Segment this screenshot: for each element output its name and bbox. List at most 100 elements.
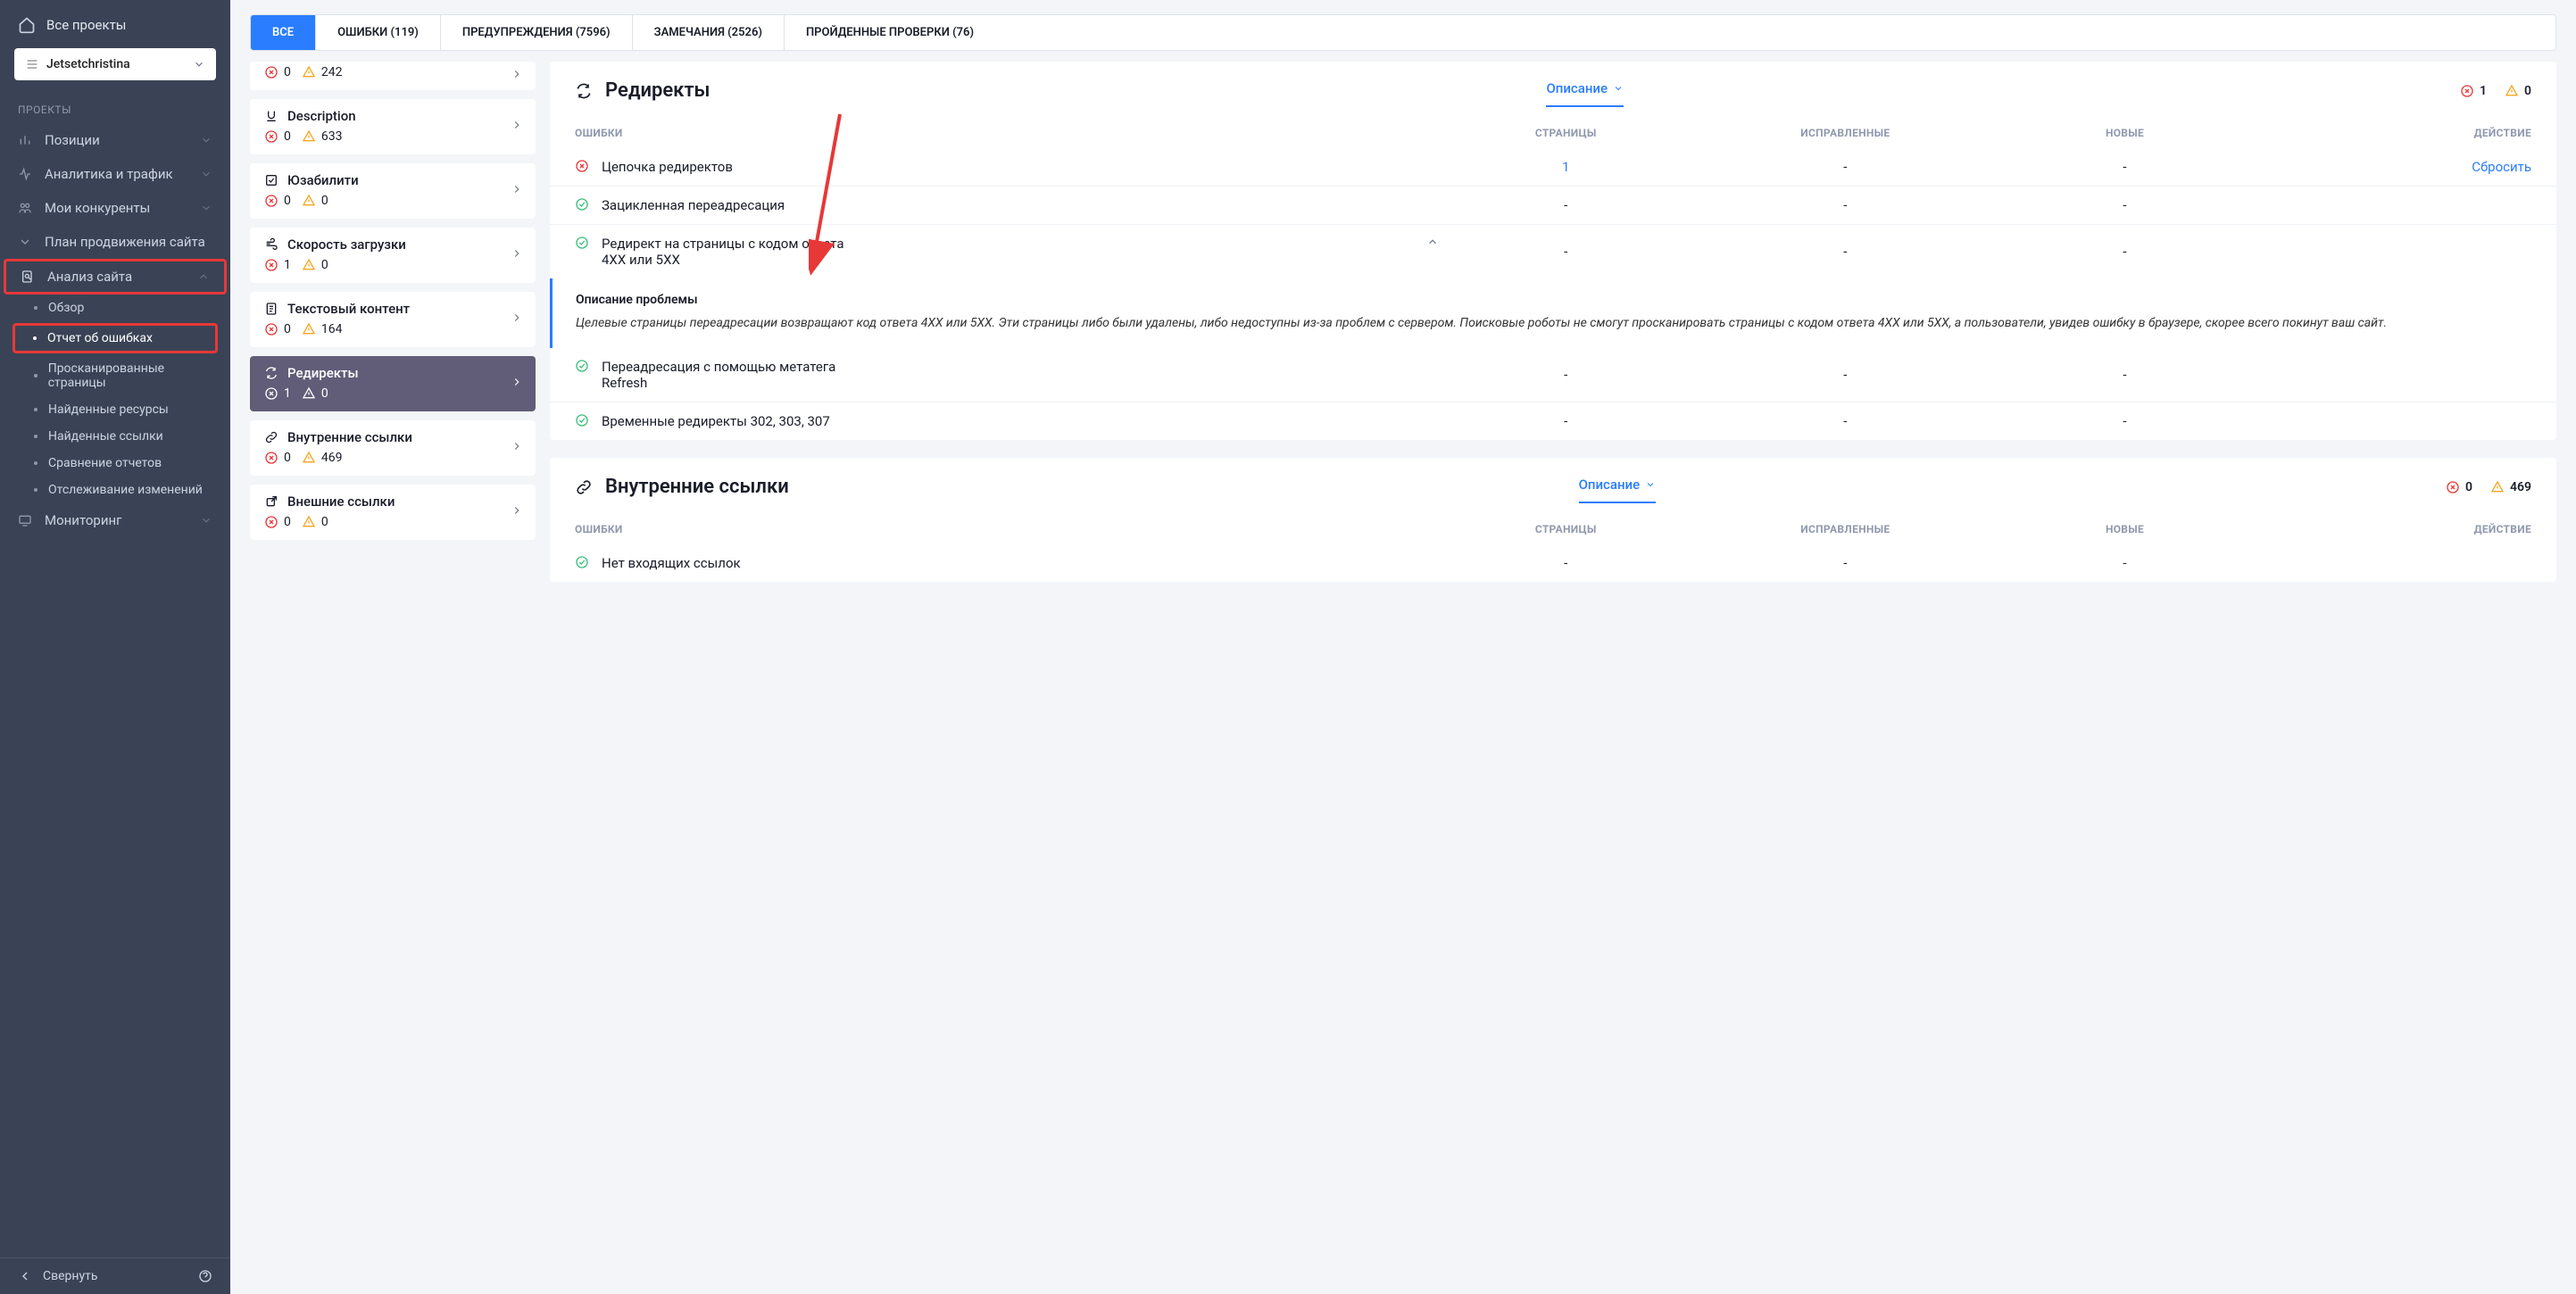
table-row[interactable]: Редирект на страницы с кодом ответа 4XX …	[550, 224, 2556, 278]
table-row[interactable]: Переадресация с помощью метатега Refresh…	[550, 348, 2556, 402]
warning-icon	[302, 451, 316, 465]
error-icon	[264, 129, 278, 144]
error-icon	[2446, 480, 2460, 494]
help-icon[interactable]	[198, 1269, 212, 1283]
file-text-icon	[264, 302, 278, 316]
search-page-icon	[21, 270, 35, 284]
chevron-down-icon	[18, 235, 32, 249]
table-row[interactable]: Цепочка редиректов 1 - - Сбросить	[550, 148, 2556, 186]
warning-icon	[302, 129, 316, 144]
chevron-right-icon	[511, 504, 523, 517]
error-icon	[264, 515, 278, 529]
expanded-description: Описание проблемы Целевые страницы переа…	[550, 278, 2556, 348]
nav-competitors[interactable]: Мои конкуренты	[0, 191, 230, 225]
warning-icon	[302, 194, 316, 208]
nav-positions[interactable]: Позиции	[0, 123, 230, 157]
chevron-down-icon	[1613, 83, 1624, 94]
nav-site-audit[interactable]: Анализ сайта	[4, 259, 227, 294]
chevron-down-icon	[193, 58, 205, 71]
chevron-down-icon	[1645, 479, 1656, 490]
reset-link[interactable]: Сбросить	[2252, 159, 2531, 175]
tab-notes[interactable]: ЗАМЕЧАНИЯ (2526)	[633, 15, 785, 50]
underline-icon	[264, 109, 278, 123]
table-header: ОШИБКИ СТРАНИЦЫ ИСПРАВЛЕННЫЕ НОВЫЕ ДЕЙСТ…	[550, 114, 2556, 148]
nav-monitoring[interactable]: Мониторинг	[0, 503, 230, 537]
users-icon	[18, 201, 32, 215]
error-icon	[264, 65, 278, 79]
sliders-icon	[25, 57, 39, 71]
table-header: ОШИБКИ СТРАНИЦЫ ИСПРАВЛЕННЫЕ НОВЫЕ ДЕЙСТ…	[550, 510, 2556, 544]
category-card-text[interactable]: Текстовый контент 0 164	[250, 292, 536, 347]
check-circle-icon	[575, 236, 589, 250]
category-card-description[interactable]: Description 0 633	[250, 99, 536, 154]
sub-found-links[interactable]: Найденные ссылки	[0, 423, 230, 450]
check-circle-icon	[575, 197, 589, 212]
error-icon	[264, 322, 278, 336]
warning-icon	[2490, 480, 2505, 494]
chart-icon	[18, 133, 32, 147]
main: ВСЕ ОШИБКИ (119) ПРЕДУПРЕЖДЕНИЯ (7596) З…	[230, 0, 2576, 1294]
warning-icon	[2505, 84, 2519, 98]
description-toggle[interactable]: Описание	[1546, 80, 1624, 102]
category-card-internal-links[interactable]: Внутренние ссылки 0 469	[250, 420, 536, 476]
wind-icon	[264, 237, 278, 252]
tab-passed[interactable]: ПРОЙДЕННЫЕ ПРОВЕРКИ (76)	[785, 15, 995, 50]
category-card-speed[interactable]: Скорость загрузки 1 0	[250, 228, 536, 283]
category-card-external-links[interactable]: Внешние ссылки 0 0	[250, 485, 536, 540]
chevron-down-icon	[200, 134, 212, 146]
panel-redirects: Редиректы Описание 1 0	[550, 62, 2556, 440]
refresh-icon	[264, 366, 278, 380]
error-icon	[264, 194, 278, 208]
tab-all[interactable]: ВСЕ	[251, 15, 316, 50]
project-name: Jetsetchristina	[46, 57, 130, 71]
sub-crawled-pages[interactable]: Просканированные страницы	[0, 355, 230, 396]
sub-found-resources[interactable]: Найденные ресурсы	[0, 396, 230, 423]
arrow-left-icon	[18, 1269, 32, 1283]
error-icon	[264, 386, 278, 401]
error-icon	[264, 451, 278, 465]
category-card[interactable]: 0 242	[250, 62, 536, 90]
chevron-down-icon	[200, 514, 212, 527]
sub-error-report[interactable]: Отчет об ошибках	[12, 323, 218, 353]
table-row[interactable]: Временные редиректы 302, 303, 307 - - -	[550, 402, 2556, 440]
chevron-right-icon	[511, 247, 523, 260]
chevron-up-icon[interactable]	[1426, 236, 1439, 248]
panel-title: Редиректы	[605, 79, 710, 102]
link-icon	[575, 478, 593, 496]
nav-analytics[interactable]: Аналитика и трафик	[0, 157, 230, 191]
chevron-up-icon	[197, 270, 210, 283]
category-list: 0 242 Description 0 633 Юзабилити	[250, 62, 536, 1274]
sub-compare-reports[interactable]: Сравнение отчетов	[0, 450, 230, 477]
chevron-down-icon	[200, 202, 212, 214]
activity-icon	[18, 167, 32, 181]
external-link-icon	[264, 494, 278, 509]
warning-icon	[302, 322, 316, 336]
chevron-right-icon	[511, 119, 523, 131]
tab-warnings[interactable]: ПРЕДУПРЕЖДЕНИЯ (7596)	[441, 15, 633, 50]
collapse-sidebar[interactable]: Свернуть	[18, 1269, 97, 1283]
panel-internal-links: Внутренние ссылки Описание 0 469	[550, 458, 2556, 582]
chevron-right-icon	[511, 440, 523, 452]
check-circle-icon	[575, 359, 589, 373]
sidebar: Все проекты Jetsetchristina ПРОЕКТЫ Пози…	[0, 0, 230, 1294]
sub-overview[interactable]: Обзор	[0, 294, 230, 321]
pages-link[interactable]: 1	[1439, 159, 1693, 175]
monitor-icon	[18, 513, 32, 527]
category-card-redirects[interactable]: Редиректы 1 0	[250, 356, 536, 411]
table-row[interactable]: Нет входящих ссылок - - -	[550, 544, 2556, 582]
tab-errors[interactable]: ОШИБКИ (119)	[316, 15, 441, 50]
panel-title: Внутренние ссылки	[605, 476, 789, 498]
check-circle-icon	[575, 555, 589, 569]
refresh-icon	[575, 82, 593, 100]
warning-icon	[302, 258, 316, 272]
project-selector[interactable]: Jetsetchristina	[14, 48, 216, 80]
category-card-usability[interactable]: Юзабилити 0 0	[250, 163, 536, 219]
description-toggle[interactable]: Описание	[1579, 477, 1657, 498]
sub-track-changes[interactable]: Отслеживание изменений	[0, 477, 230, 503]
home-icon	[18, 16, 36, 34]
warning-icon	[302, 386, 316, 401]
all-projects-link[interactable]: Все проекты	[14, 11, 216, 48]
all-projects-label: Все проекты	[46, 17, 126, 33]
table-row[interactable]: Зацикленная переадресация - - -	[550, 186, 2556, 224]
nav-promotion-plan[interactable]: План продвижения сайта	[0, 225, 230, 259]
